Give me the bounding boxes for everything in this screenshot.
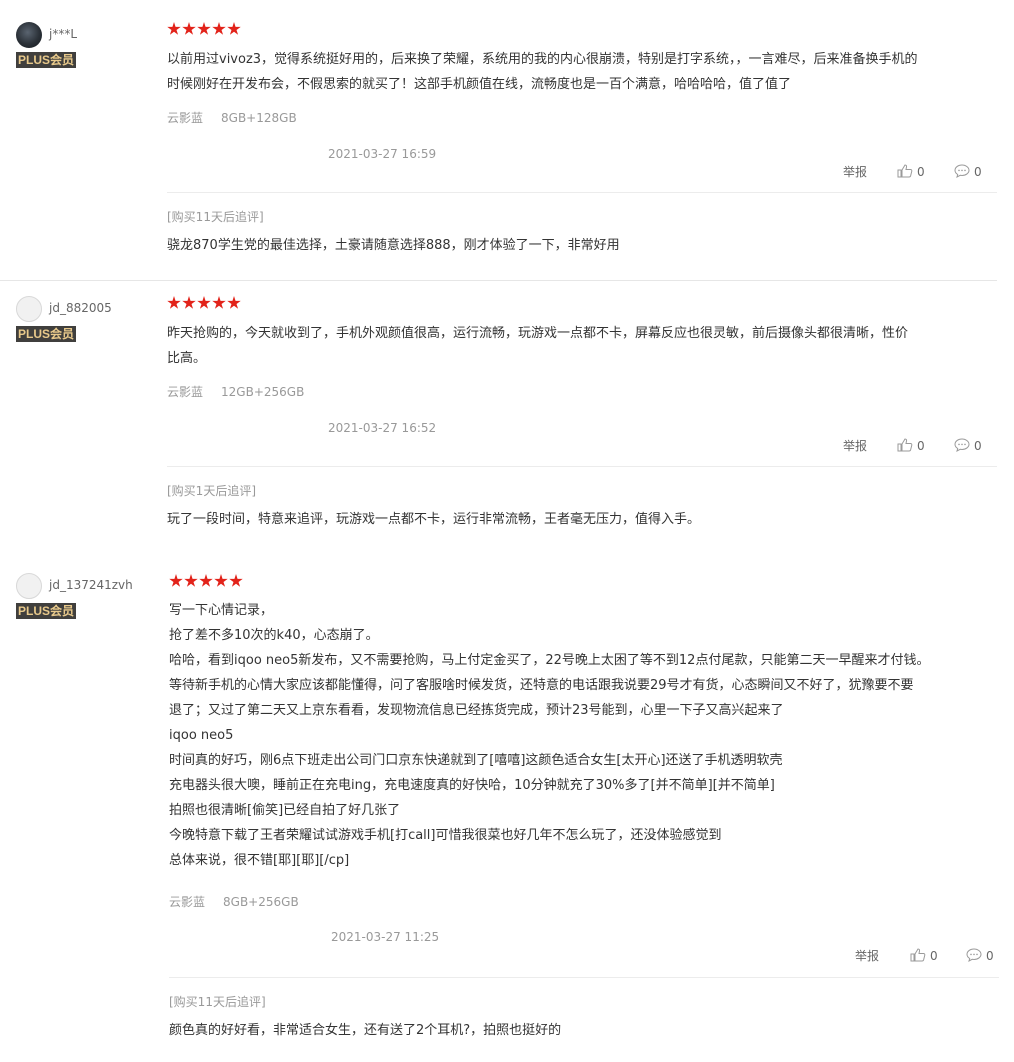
append-review-label: [购买1天后追评] [167, 484, 256, 498]
review-text-line: 等待新手机的心情大家应该都能懂得，问了客服啥时候发货，还特意的电话跟我说要29号… [169, 678, 914, 693]
review-date: 2021-03-27 16:52 [328, 421, 437, 435]
star-icon [197, 22, 211, 35]
star-icon [197, 296, 211, 309]
product-spec: 云影蓝 12GB+256GB [167, 383, 322, 400]
spec-config: 8GB+128GB [221, 111, 297, 125]
review-text-line: 总体来说，很不错[耶][耶][/cp] [169, 853, 350, 868]
review-date: 2021-03-27 11:25 [331, 930, 440, 944]
comment-button[interactable]: 0 [966, 947, 994, 965]
review-text-line: iqoo neo5 [169, 728, 234, 743]
append-review-text: 玩了一段时间，特意来追评，玩游戏一点都不卡，运行非常流畅，王者毫无压力，值得入手… [167, 512, 701, 527]
thumbs-up-icon [897, 164, 913, 178]
comment-button[interactable]: 0 [954, 163, 982, 181]
star-icon [167, 296, 181, 309]
star-icon [214, 574, 228, 587]
spec-config: 8GB+256GB [223, 895, 299, 909]
review-text: 昨天抢购的，今天就收到了，手机外观颜值很高，运行流畅，玩游戏一点都不卡，屏幕反应… [167, 321, 908, 371]
review-divider [0, 280, 997, 281]
star-icon [184, 574, 198, 587]
like-button[interactable]: 0 [897, 437, 925, 455]
review-actions: 举报 0 0 [843, 437, 1003, 455]
like-count: 0 [917, 439, 925, 453]
comment-count: 0 [986, 949, 994, 963]
star-icon [212, 22, 226, 35]
username[interactable]: jd_882005 [49, 301, 112, 315]
avatar[interactable] [16, 296, 42, 322]
star-rating [167, 21, 242, 39]
review-text-line: 时候刚好在开发布会，不假思索的就买了！这部手机颜值在线，流畅度也是一百个满意，哈… [167, 77, 792, 92]
report-button[interactable]: 举报 [855, 947, 879, 965]
spec-color: 云影蓝 [167, 385, 204, 399]
append-divider [167, 466, 997, 467]
review-date: 2021-03-27 16:59 [328, 147, 437, 161]
product-spec: 云影蓝 8GB+256GB [169, 893, 317, 910]
review-text-line: 拍照也很清晰[偷笑]已经自拍了好几张了 [169, 803, 401, 818]
review-text-line: 今晚特意下载了王者荣耀试试游戏手机[打call]可惜我很菜也好几年不怎么玩了，还… [169, 828, 722, 843]
thumbs-up-icon [910, 948, 926, 962]
star-icon [227, 296, 241, 309]
comment-bubble-icon [954, 438, 970, 452]
review-text-line: 写一下心情记录， [169, 603, 274, 618]
review-text-line: 时间真的好巧，刚6点下班走出公司门口京东快递就到了[嘻嘻]这颜色适合女生[太开心… [169, 753, 783, 768]
avatar[interactable] [16, 573, 42, 599]
comment-button[interactable]: 0 [954, 437, 982, 455]
append-review-label: [购买11天后追评] [169, 995, 266, 1009]
review-text-line: 充电器头很大噢，睡前正在充电ing，充电速度真的好快哈，10分钟就充了30%多了… [169, 778, 775, 793]
append-review-text: 骁龙870学生党的最佳选择，土豪请随意选择888，刚才体验了一下，非常好用 [167, 238, 620, 253]
spec-color: 云影蓝 [169, 895, 206, 909]
spec-config: 12GB+256GB [221, 385, 305, 399]
append-divider [167, 192, 997, 193]
like-count: 0 [930, 949, 938, 963]
comment-count: 0 [974, 439, 982, 453]
avatar[interactable] [16, 22, 42, 48]
comment-bubble-icon [966, 948, 982, 962]
username[interactable]: jd_137241zvh [49, 578, 133, 592]
star-rating [167, 295, 242, 313]
review-text-line: 昨天抢购的，今天就收到了，手机外观颜值很高，运行流畅，玩游戏一点都不卡，屏幕反应… [167, 326, 909, 341]
review-text: 以前用过vivoz3，觉得系统挺好用的，后来换了荣耀，系统用的我的内心很崩溃，特… [167, 47, 918, 97]
review-text-line: 抢了差不多10次的k40，心态崩了。 [169, 628, 379, 643]
report-button[interactable]: 举报 [843, 163, 867, 181]
star-icon [212, 296, 226, 309]
star-rating [169, 573, 244, 591]
comment-bubble-icon [954, 164, 970, 178]
product-spec: 云影蓝 8GB+128GB [167, 109, 315, 126]
like-button[interactable]: 0 [897, 163, 925, 181]
plus-member-badge: PLUS会员 [16, 326, 77, 342]
plus-member-badge: PLUS会员 [16, 603, 77, 619]
thumbs-up-icon [897, 438, 913, 452]
review-actions: 举报 0 0 [843, 163, 1003, 181]
star-icon [182, 22, 196, 35]
review-actions: 举报 0 0 [855, 947, 1014, 965]
review-text-line: 退了；又过了第二天又上京东看看，发现物流信息已经拣货完成，预计23号能到，心里一… [169, 703, 784, 718]
review-text-line: 哈哈，看到iqoo neo5新发布，又不需要抢购，马上付定金买了，22号晚上太困… [169, 653, 930, 668]
report-button[interactable]: 举报 [843, 437, 867, 455]
like-button[interactable]: 0 [910, 947, 938, 965]
like-count: 0 [917, 165, 925, 179]
star-icon [167, 22, 181, 35]
plus-member-badge: PLUS会员 [16, 52, 77, 68]
comment-count: 0 [974, 165, 982, 179]
username[interactable]: j***L [49, 27, 77, 41]
star-icon [182, 296, 196, 309]
review-text: 写一下心情记录， 抢了差不多10次的k40，心态崩了。 哈哈，看到iqoo ne… [169, 598, 929, 873]
star-icon [227, 22, 241, 35]
star-icon [199, 574, 213, 587]
append-review-label: [购买11天后追评] [167, 210, 264, 224]
spec-color: 云影蓝 [167, 111, 204, 125]
review-text-line: 比高。 [167, 351, 207, 366]
append-divider [169, 977, 999, 978]
append-review-text: 颜色真的好好看，非常适合女生，还有送了2个耳机?，拍照也挺好的 [169, 1023, 562, 1038]
review-text-line: 以前用过vivoz3，觉得系统挺好用的，后来换了荣耀，系统用的我的内心很崩溃，特… [167, 52, 918, 67]
star-icon [229, 574, 243, 587]
star-icon [169, 574, 183, 587]
